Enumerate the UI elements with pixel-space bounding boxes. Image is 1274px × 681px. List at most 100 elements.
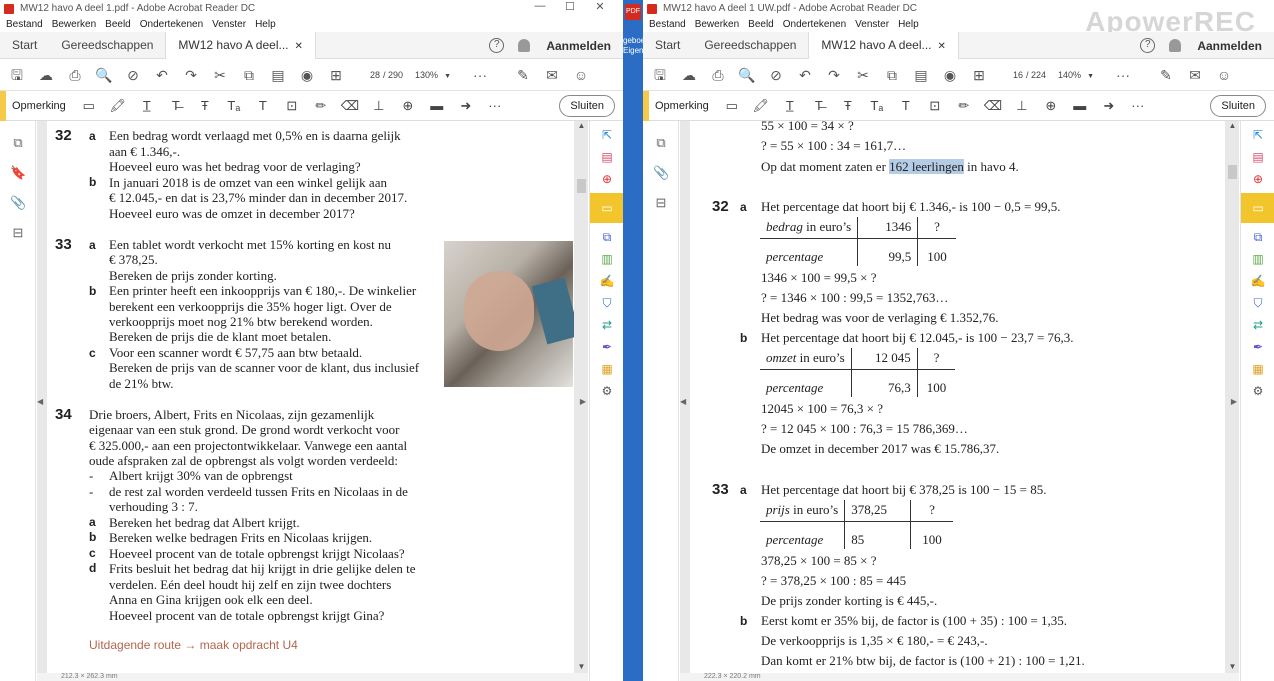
tab-tools[interactable]: Gereedschappen bbox=[49, 32, 165, 59]
tab-close-icon[interactable]: ✕ bbox=[294, 41, 302, 52]
sticky-note-icon[interactable]: ▭ bbox=[80, 98, 98, 114]
eraser-icon[interactable]: ⌫ bbox=[984, 98, 1002, 114]
challenge-route-link[interactable]: Uitdagende route → maak opdracht U4 bbox=[89, 638, 298, 652]
undo-icon[interactable]: ↶ bbox=[153, 66, 171, 84]
menu-venster[interactable]: Venster bbox=[212, 19, 246, 30]
sign-in-button[interactable]: Aanmelden bbox=[1197, 39, 1262, 53]
attach-icon[interactable]: ⊕ bbox=[399, 98, 417, 114]
more-tools-icon[interactable]: ··· bbox=[486, 98, 504, 113]
help-icon[interactable]: ? bbox=[1140, 38, 1156, 53]
collapse-left-icon[interactable]: ◀ bbox=[37, 397, 43, 406]
paperclip-icon[interactable]: 📎 bbox=[10, 195, 26, 211]
pdf-file-icon[interactable]: PDF bbox=[625, 4, 641, 20]
export-pdf-icon[interactable]: ⇱ bbox=[1250, 127, 1266, 143]
stamp-icon[interactable]: ⊥ bbox=[1013, 98, 1031, 114]
fill-sign-icon[interactable]: ✍ bbox=[599, 273, 615, 289]
paste-icon[interactable]: ▤ bbox=[269, 66, 287, 84]
snapshot-icon[interactable]: ◉ bbox=[941, 66, 959, 84]
find-in-file-icon[interactable]: ⊘ bbox=[124, 66, 142, 84]
sticky-note-icon[interactable]: ▭ bbox=[723, 98, 741, 114]
menu-bestand[interactable]: Bestand bbox=[649, 19, 686, 30]
undo-icon[interactable]: ↶ bbox=[796, 66, 814, 84]
page-number-input[interactable]: 28 bbox=[356, 70, 380, 80]
comment-tool-icon[interactable]: ▭ bbox=[1241, 193, 1274, 223]
menu-bewerken[interactable]: Bewerken bbox=[52, 19, 96, 30]
paperclip-icon[interactable]: 📎 bbox=[653, 165, 669, 181]
upload-cloud-icon[interactable]: ☁ bbox=[37, 66, 55, 84]
redo-icon[interactable]: ↷ bbox=[182, 66, 200, 84]
pencil-icon[interactable]: ✏ bbox=[312, 98, 330, 114]
scan-icon[interactable]: ▦ bbox=[1250, 361, 1266, 377]
print-icon[interactable]: ⎙ bbox=[66, 66, 84, 84]
share-user-icon[interactable]: ☺ bbox=[1215, 66, 1233, 84]
minimize-icon[interactable]: — bbox=[525, 0, 555, 13]
menu-help[interactable]: Help bbox=[255, 19, 276, 30]
line-icon[interactable]: ▬ bbox=[1071, 98, 1089, 113]
sign-icon[interactable]: ✎ bbox=[514, 66, 532, 84]
vertical-scrollbar[interactable]: ▲ ▼ bbox=[577, 121, 586, 671]
copy-icon[interactable]: ⧉ bbox=[883, 66, 901, 84]
protect-icon[interactable]: ⛉ bbox=[1250, 295, 1266, 311]
scroll-up-icon[interactable]: ▲ bbox=[577, 121, 586, 130]
comment-tool-icon[interactable]: ▭ bbox=[590, 193, 623, 223]
close-icon[interactable]: ✕ bbox=[585, 0, 615, 13]
attach-icon[interactable]: ⊕ bbox=[1042, 98, 1060, 114]
tab-document[interactable]: MW12 havo A deel... ✕ bbox=[165, 31, 316, 59]
highlight-icon[interactable]: 🖍 bbox=[752, 98, 770, 114]
organize-pages-icon[interactable]: ▤ bbox=[599, 149, 615, 165]
insert-text-icon[interactable]: Tₐ bbox=[868, 98, 886, 113]
menu-beeld[interactable]: Beeld bbox=[748, 19, 774, 30]
more-options-icon[interactable]: ··· bbox=[1114, 66, 1132, 84]
highlight-icon[interactable]: 🖍 bbox=[109, 98, 127, 114]
scroll-thumb[interactable] bbox=[577, 179, 586, 193]
more-tools-settings-icon[interactable]: ⚙ bbox=[1250, 383, 1266, 399]
help-icon[interactable]: ? bbox=[489, 38, 505, 53]
replace-text-icon[interactable]: Ŧ bbox=[196, 98, 214, 113]
add-text-icon[interactable]: T bbox=[254, 98, 272, 113]
compare-icon[interactable]: ⇄ bbox=[1250, 317, 1266, 333]
upload-cloud-icon[interactable]: ☁ bbox=[680, 66, 698, 84]
cut-icon[interactable]: ✂ bbox=[854, 66, 872, 84]
save-icon[interactable]: 🖫 bbox=[8, 66, 26, 84]
arrow-right-icon[interactable]: ➜ bbox=[1100, 98, 1118, 114]
tab-document[interactable]: MW12 havo A deel... ✕ bbox=[808, 31, 959, 59]
more-tools-settings-icon[interactable]: ⚙ bbox=[599, 383, 615, 399]
strikethrough-icon[interactable]: T̶ bbox=[167, 98, 185, 113]
zoom-select[interactable]: 140% ▼ bbox=[1058, 70, 1102, 80]
fill-sign-icon[interactable]: ✍ bbox=[1250, 273, 1266, 289]
copy-icon[interactable]: ⧉ bbox=[240, 66, 258, 84]
text-box-icon[interactable]: ⊡ bbox=[926, 98, 944, 114]
layers-icon[interactable]: ⊟ bbox=[10, 225, 26, 241]
maximize-icon[interactable]: ☐ bbox=[555, 0, 585, 13]
line-icon[interactable]: ▬ bbox=[428, 98, 446, 113]
text-box-icon[interactable]: ⊡ bbox=[283, 98, 301, 114]
menu-bewerken[interactable]: Bewerken bbox=[695, 19, 739, 30]
create-pdf-icon[interactable]: ⊕ bbox=[599, 171, 615, 187]
print-icon[interactable]: ⎙ bbox=[709, 66, 727, 84]
cut-icon[interactable]: ✂ bbox=[211, 66, 229, 84]
underline-text-icon[interactable]: T̲ bbox=[781, 98, 799, 113]
menu-ondertekenen[interactable]: Ondertekenen bbox=[783, 19, 846, 30]
tab-start[interactable]: Start bbox=[0, 32, 49, 59]
tab-start[interactable]: Start bbox=[643, 32, 692, 59]
email-icon[interactable]: ✉ bbox=[1186, 66, 1204, 84]
find-in-file-icon[interactable]: ⊘ bbox=[767, 66, 785, 84]
menu-bestand[interactable]: Bestand bbox=[6, 19, 43, 30]
more-tools-icon[interactable]: ··· bbox=[1129, 98, 1147, 113]
more-options-icon[interactable]: ··· bbox=[471, 66, 489, 84]
sign-in-button[interactable]: Aanmelden bbox=[546, 39, 611, 53]
document-viewer[interactable]: ◀ ▶ 32 a Een bedrag wordt verlaagd met 0… bbox=[37, 121, 588, 681]
export-pdf-icon[interactable]: ⇱ bbox=[599, 127, 615, 143]
snapshot-icon[interactable]: ◉ bbox=[298, 66, 316, 84]
protect-icon[interactable]: ⛉ bbox=[599, 295, 615, 311]
page-thumbnails-icon[interactable]: ⧉ bbox=[653, 135, 669, 151]
strikethrough-icon[interactable]: T̶ bbox=[810, 98, 828, 113]
stamp-icon[interactable]: ⊥ bbox=[370, 98, 388, 114]
add-text-icon[interactable]: T bbox=[897, 98, 915, 113]
search-icon[interactable]: 🔍 bbox=[95, 66, 113, 84]
search-icon[interactable]: 🔍 bbox=[738, 66, 756, 84]
binoculars-icon[interactable]: ⊞ bbox=[970, 66, 988, 84]
scroll-thumb[interactable] bbox=[1228, 165, 1237, 179]
tab-close-icon[interactable]: ✕ bbox=[937, 41, 945, 52]
notification-bell-icon[interactable] bbox=[1169, 39, 1182, 52]
